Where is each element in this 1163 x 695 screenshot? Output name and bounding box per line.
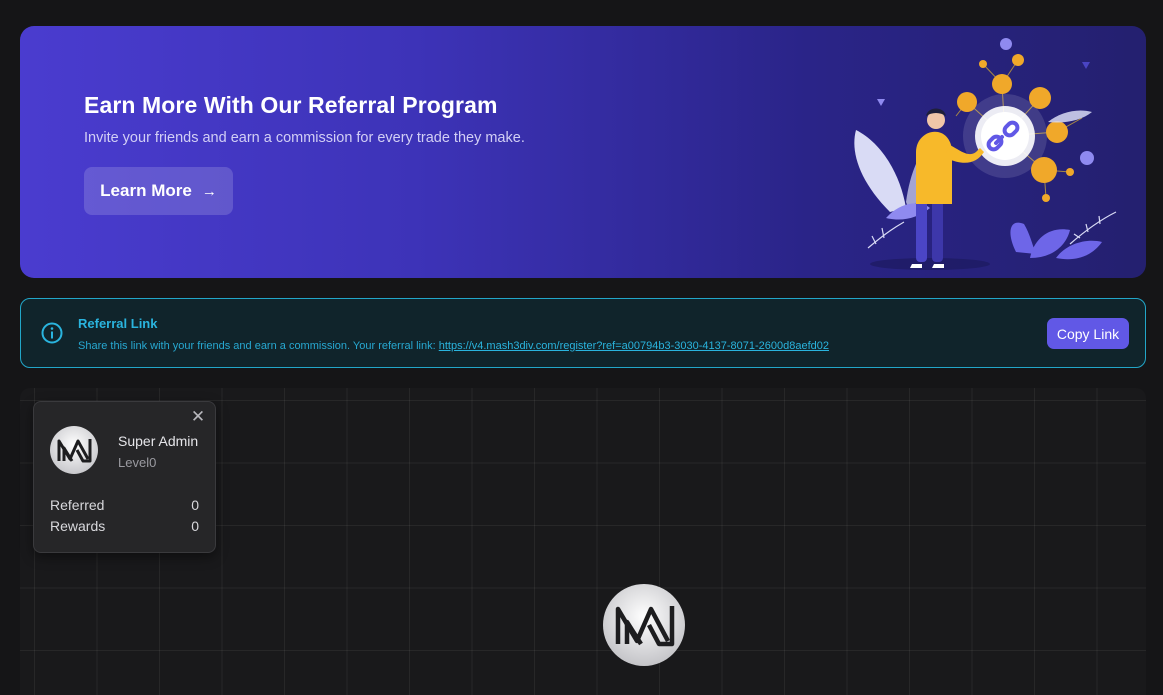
stat-label: Referred — [50, 497, 105, 513]
avatar — [50, 426, 98, 474]
referral-description-text: Share this link with your friends and ea… — [78, 340, 436, 352]
stat-value: 0 — [191, 497, 199, 513]
arrow-right-icon: → — [201, 182, 217, 200]
info-icon — [41, 322, 63, 344]
stat-label: Rewards — [50, 518, 106, 534]
copy-link-button[interactable]: Copy Link — [1047, 318, 1129, 349]
referral-banner: Earn More With Our Referral Program Invi… — [20, 26, 1146, 278]
referral-url-link[interactable]: https://v4.mash3div.com/register?ref=a00… — [439, 340, 829, 352]
referral-illustration — [854, 38, 1117, 270]
banner-title: Earn More With Our Referral Program — [84, 92, 498, 118]
tree-root-node-avatar[interactable] — [603, 584, 685, 666]
referral-link-description: Share this link with your friends and ea… — [78, 340, 829, 352]
learn-more-button[interactable]: Learn More → — [84, 167, 233, 215]
banner-subtitle: Invite your friends and earn a commissio… — [84, 130, 525, 146]
learn-more-label: Learn More — [100, 181, 192, 200]
referral-link-box: Referral Link Share this link with your … — [20, 298, 1146, 368]
user-level: Level0 — [118, 455, 157, 470]
stat-rewards: Rewards 0 — [50, 518, 199, 534]
user-info-card: ✕ Super Admin Level0 Referred 0 Rewards … — [33, 401, 216, 553]
stat-referred: Referred 0 — [50, 497, 199, 513]
referral-link-title: Referral Link — [78, 316, 158, 331]
stat-value: 0 — [191, 518, 199, 534]
close-icon[interactable]: ✕ — [190, 408, 206, 425]
user-name: Super Admin — [118, 433, 199, 449]
